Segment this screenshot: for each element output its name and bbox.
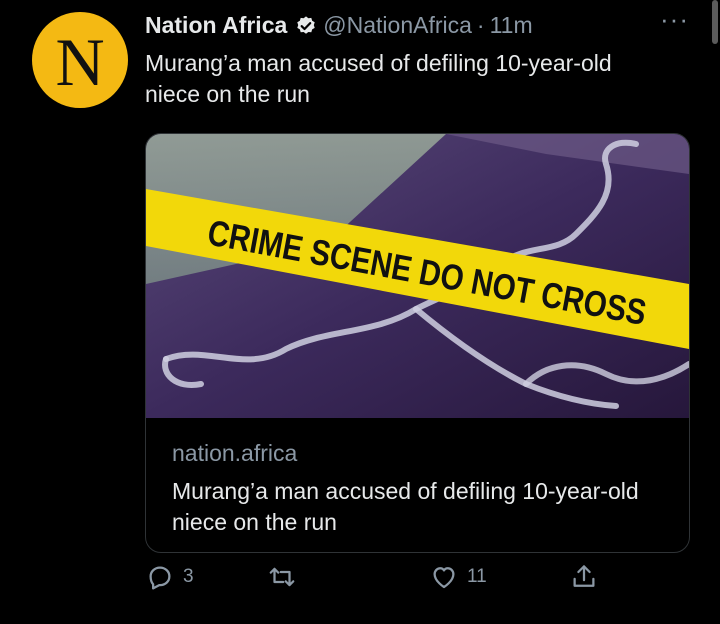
separator-dot: ·: [476, 12, 485, 38]
reply-button[interactable]: 3: [145, 562, 194, 592]
author-name[interactable]: Nation Africa: [145, 12, 287, 39]
like-button[interactable]: 11: [429, 562, 487, 592]
card-title: Murang’a man accused of defiling 10-year…: [172, 478, 639, 535]
more-icon[interactable]: ···: [660, 4, 689, 35]
tweet-actions: 3 11: [145, 562, 615, 602]
verified-badge-icon: [297, 15, 315, 34]
author-handle[interactable]: @NationAfrica: [323, 12, 472, 39]
tweet-text: Murang’a man accused of defiling 10-year…: [145, 50, 612, 107]
tweet-header: Nation Africa @NationAfrica · 11m: [145, 12, 533, 39]
card-domain: nation.africa: [172, 440, 298, 466]
like-count: 11: [467, 566, 487, 587]
card-body: nation.africa Murang’a man accused of de…: [146, 418, 689, 552]
tweet-timestamp[interactable]: 11m: [490, 12, 533, 39]
retweet-button[interactable]: [267, 562, 305, 592]
retweet-icon: [269, 567, 295, 587]
share-icon: [573, 565, 595, 587]
card-image: CRIME SCENE DO NOT CROSS: [146, 134, 689, 418]
reply-icon: [149, 566, 171, 590]
like-icon: [433, 567, 455, 589]
avatar[interactable]: N: [32, 12, 128, 108]
share-button[interactable]: [569, 562, 599, 592]
link-card[interactable]: CRIME SCENE DO NOT CROSS nation.africa M…: [145, 133, 690, 553]
reply-count: 3: [183, 566, 194, 587]
avatar-logo-letter: N: [55, 24, 105, 100]
scrollbar[interactable]: [712, 0, 718, 44]
